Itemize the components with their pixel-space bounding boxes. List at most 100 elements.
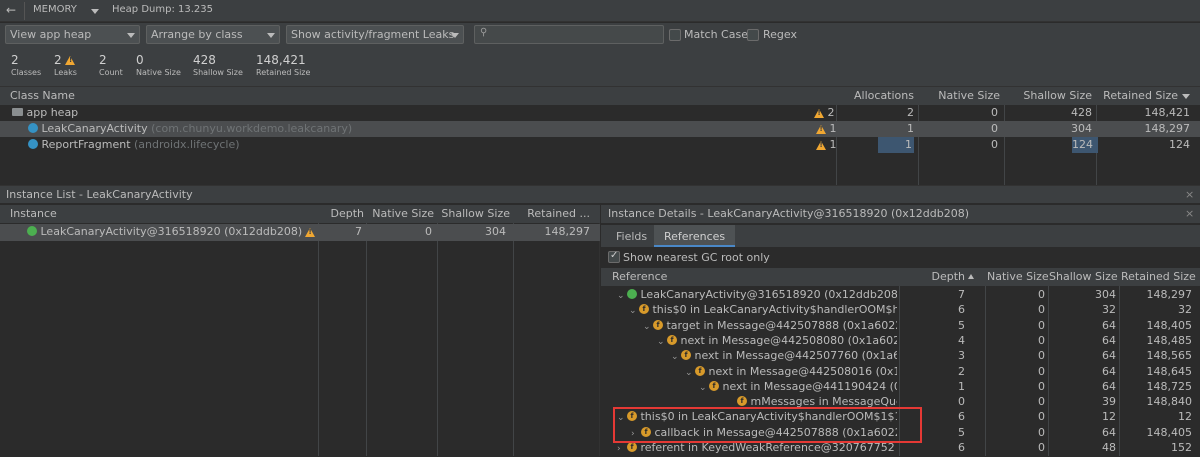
cell-depth: 6 [958,303,965,317]
cell-shallow: 64 [1102,318,1116,332]
profiler-label[interactable]: MEMORY [33,4,77,15]
column-divider [318,223,319,456]
cell-retained: 148,565 [1146,349,1193,363]
cell-depth: 6 [958,441,965,454]
column-divider [437,223,438,456]
class-icon [28,123,38,133]
reference-label: this$0 in LeakCanaryActivity$handlerOOM$… [652,303,897,317]
arrange-select[interactable]: Arrange by class [146,25,280,44]
stat-native-size: 0 Native Size [136,53,181,77]
col-native-size[interactable]: Native Size [987,268,1049,286]
cell-depth: 5 [958,425,965,439]
col-retained-size[interactable]: Retained Size [1121,268,1196,286]
class-icon [28,139,38,149]
cell-retained: 148,405 [1146,318,1193,332]
close-icon[interactable]: × [1185,186,1194,204]
table-row[interactable]: LeakCanaryActivity (com.chunyu.workdemo.… [0,121,1200,137]
reference-row[interactable]: ⌄f next in Message@441190424 (0x1a410641… [601,379,1200,394]
col-shallow-size[interactable]: Shallow Size [438,205,510,223]
col-retained-size[interactable]: Retained Size [1096,87,1178,105]
cell-shallow: 304 [1095,288,1116,301]
col-retained-size[interactable]: Retained ... [514,205,590,223]
field-icon: f [653,319,663,330]
col-native-size[interactable]: Native Size [918,87,1000,105]
table-row[interactable]: LeakCanaryActivity@316518920 (0x12ddb208… [0,224,600,241]
tab-fields[interactable]: Fields [616,230,647,243]
cell-depth: 7 [958,288,965,301]
reference-row[interactable]: ⌄f next in Message@442508080 (0x1a602330… [601,333,1200,348]
cell-shallow: 39 [1102,395,1116,409]
cell-depth: 2 [958,364,965,378]
reference-label: LeakCanaryActivity@316518920 (0x12ddb208… [637,288,897,301]
field-icon: f [695,365,705,376]
reference-row[interactable]: ⌄ LeakCanaryActivity@316518920 (0x12ddb2… [601,287,1200,302]
cell-retained: 148,485 [1146,333,1193,347]
stat-leaks[interactable]: 2 Leaks [54,53,77,79]
reference-label: next in Message@442508080 (0x1a602330) [680,333,897,347]
back-arrow-icon[interactable]: ← [6,3,16,17]
field-icon: f [681,350,691,361]
col-allocations[interactable]: Allocations [836,87,914,105]
reference-row[interactable]: ⌄f next in Message@442507760 (0x1a6021f3… [601,348,1200,363]
table-row[interactable]: app heap 2 2 0 428 148,421 [0,105,1200,121]
warning-icon [65,56,76,65]
stat-classes: 2 Classes [11,53,42,77]
filter-bar: View app heap Arrange by class Show acti… [0,23,1200,47]
match-case-checkbox[interactable] [669,29,681,41]
instance-details-title: Instance Details - LeakCanaryActivity@31… [608,207,970,220]
col-depth[interactable]: Depth [919,268,965,286]
chevron-down-icon[interactable] [91,9,99,14]
chevron-right-icon[interactable]: › [617,442,627,457]
col-instance[interactable]: Instance [10,205,57,223]
tab-references[interactable]: References [654,225,736,247]
leak-filter-select[interactable]: Show activity/fragment Leaks [286,25,464,44]
search-input[interactable]: ⚲ [474,25,664,44]
gc-root-checkbox[interactable] [608,250,620,263]
cell-native: 0 [1038,425,1045,439]
stat-retained-size: 148,421 Retained Size [256,53,311,77]
cell-retained: 148,840 [1146,395,1193,409]
col-native-size[interactable]: Native Size [368,205,434,223]
gc-root-label: Show nearest GC root only [623,251,770,264]
cell-retained: 148,725 [1146,379,1193,393]
warning-icon [816,140,826,150]
cell-native: 0 [1038,441,1045,454]
cell-native: 0 [1038,333,1045,347]
cell-retained: 12 [1178,410,1192,424]
chevron-down-icon [267,33,275,38]
cell-native: 0 [1038,349,1045,363]
reference-row[interactable]: ⌄f next in Message@442508016 (0x1a602064… [601,364,1200,379]
col-reference[interactable]: Reference [612,268,667,286]
regex-checkbox[interactable] [747,29,759,41]
col-shallow-size[interactable]: Shallow Size [1004,87,1092,105]
sort-descending-icon [1182,94,1190,99]
chevron-down-icon [127,33,135,38]
close-icon[interactable]: × [1185,205,1194,223]
cell-native: 0 [1038,379,1045,393]
col-class-name[interactable]: Class Name [10,87,75,105]
table-row[interactable]: ReportFragment (androidx.lifecycle) 1 1 … [0,137,1200,153]
col-shallow-size[interactable]: Shallow Size [1049,268,1118,286]
cell-depth: 5 [958,318,965,332]
field-icon: f [627,442,637,452]
highlight-box [613,407,922,443]
cell-native: 0 [1038,288,1045,301]
heap-select[interactable]: View app heap [5,25,140,44]
col-depth[interactable]: Depth [320,205,364,223]
regex-label: Regex [763,28,797,41]
cell-depth: 6 [958,410,965,424]
folder-icon [12,108,23,116]
search-icon: ⚲ [480,27,488,38]
instance-table-header: Instance Depth Native Size Shallow Size … [0,205,600,223]
cell-shallow: 64 [1102,349,1116,363]
cell-native: 0 [1038,410,1045,424]
stat-shallow-size: 428 Shallow Size [193,53,243,77]
instance-icon [27,226,37,236]
reference-row[interactable]: ⌄ f target in Message@442507888 (0x1a6022… [601,318,1200,333]
cell-shallow: 48 [1102,441,1116,454]
cell-native: 0 [1038,318,1045,332]
details-tab-bar: Fields References [601,225,1200,247]
cell-shallow: 32 [1102,303,1116,317]
cell-shallow: 64 [1102,379,1116,393]
reference-row[interactable]: ⌄ f this$0 in LeakCanaryActivity$handlerO… [601,302,1200,317]
